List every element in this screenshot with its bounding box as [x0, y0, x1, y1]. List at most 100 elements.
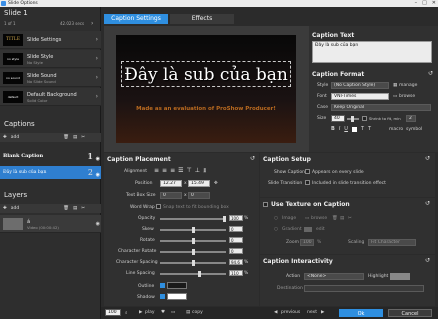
opacity-input[interactable]: 100	[229, 215, 243, 221]
show-caption-checkbox[interactable]	[305, 169, 310, 174]
image-radio-icon[interactable]: ○	[274, 216, 278, 221]
reset-icon[interactable]: ↺	[425, 257, 430, 264]
add-caption-button[interactable]: add	[11, 135, 19, 140]
texture-zoom-input[interactable]: 100	[300, 239, 314, 246]
reset-icon[interactable]: ↺	[425, 155, 430, 162]
eye-icon[interactable]: ◉	[96, 153, 100, 166]
reset-icon[interactable]: ↺	[425, 200, 430, 207]
next-icon[interactable]: ▶	[321, 310, 324, 315]
copy-icon[interactable]: ▤	[340, 216, 344, 221]
gradient-radio-icon[interactable]: ○	[274, 227, 278, 232]
add-layer-button[interactable]: add	[11, 206, 19, 211]
add-icon[interactable]: ✚	[3, 135, 7, 140]
layer-item[interactable]: á Video (00:00:42) ◉	[0, 215, 101, 233]
character-spacing-slider[interactable]	[160, 260, 226, 266]
maximize-button[interactable]: □	[422, 0, 427, 7]
slide-settings-item[interactable]: TITLE Slide Settings ›	[0, 31, 101, 49]
color-icon[interactable]	[351, 127, 357, 132]
tab-effects[interactable]: Effects	[170, 14, 234, 24]
shrink-min-input[interactable]: 2	[406, 115, 416, 122]
valign-top-icon[interactable]: ⊤	[186, 167, 191, 175]
tools-icon[interactable]: ✂	[81, 206, 85, 211]
trash-icon[interactable]: 🗑	[332, 216, 338, 221]
text-color-icon[interactable]: T	[361, 126, 364, 132]
manage-icon[interactable]: ▦	[393, 83, 397, 88]
italic-icon[interactable]: I	[339, 126, 340, 132]
default-background-item[interactable]: default Default Background Solid Color ›	[0, 88, 101, 106]
eye-icon[interactable]: ◉	[96, 221, 100, 227]
cancel-button[interactable]: Cancel	[388, 309, 432, 317]
shadow-checkbox[interactable]	[160, 294, 165, 299]
position-y-input[interactable]: 15.49	[188, 180, 210, 187]
bold-icon[interactable]: B	[331, 126, 335, 132]
size-input[interactable]: 40	[331, 115, 345, 122]
line-spacing-slider[interactable]	[160, 271, 226, 277]
skew-input[interactable]: 0	[229, 226, 243, 232]
caption-item[interactable]: Blank Caption 1 ◉	[0, 150, 101, 163]
shadow-color-swatch[interactable]	[167, 293, 187, 300]
close-button[interactable]: ✕	[432, 0, 436, 7]
character-rotate-slider[interactable]	[160, 249, 226, 255]
destination-input[interactable]	[304, 285, 424, 292]
copy-icon[interactable]: ▤	[186, 310, 190, 315]
scaling-select[interactable]: Fit Character	[368, 239, 416, 246]
character-rotate-input[interactable]: 0	[229, 248, 243, 254]
size-slider[interactable]	[347, 116, 359, 122]
slide-sound-item[interactable]: no sound Slide Sound No Slide Sound ›	[0, 69, 101, 87]
reset-icon[interactable]: ↺	[250, 155, 255, 162]
minimize-button[interactable]: –	[415, 0, 418, 7]
align-justify-icon[interactable]: ☰	[178, 167, 183, 175]
copy-button[interactable]: copy	[192, 310, 203, 315]
play-button[interactable]: play	[145, 310, 155, 315]
case-select[interactable]: Keep Original	[331, 104, 431, 111]
copy-icon[interactable]: ▤	[73, 206, 77, 211]
shrink-checkbox[interactable]	[362, 116, 367, 121]
opacity-slider[interactable]	[160, 216, 226, 222]
manage-button[interactable]: manage	[399, 83, 417, 88]
textbox-height-input[interactable]: 0	[188, 192, 210, 199]
textbox-width-input[interactable]: 0	[160, 192, 182, 199]
symbol-button[interactable]: symbol	[406, 127, 422, 132]
text-outline-icon[interactable]: T	[368, 126, 371, 132]
copy-icon[interactable]: ▤	[73, 135, 77, 140]
heart-icon[interactable]: ♥	[161, 310, 165, 315]
line-spacing-input[interactable]: 110	[229, 270, 243, 276]
rotate-slider[interactable]	[160, 238, 226, 244]
align-right-icon[interactable]: ≡	[170, 167, 175, 175]
previous-button[interactable]: previous	[281, 310, 300, 315]
add-icon[interactable]: ✚	[3, 206, 7, 211]
outline-color-swatch[interactable]	[167, 282, 187, 289]
reset-icon[interactable]: ↺	[428, 70, 433, 77]
next-button[interactable]: next	[307, 310, 317, 315]
align-center-icon[interactable]: ≡	[162, 167, 167, 175]
use-texture-checkbox[interactable]	[263, 202, 268, 207]
character-spacing-input[interactable]: 94.6	[229, 259, 243, 265]
trash-icon[interactable]: 🗑	[63, 135, 69, 140]
macro-button[interactable]: macro	[389, 127, 403, 132]
preview-stage[interactable]: Đây là sub của bạn Made as an evaluation…	[116, 35, 296, 143]
edit-button[interactable]: edit	[316, 227, 325, 232]
folder-icon[interactable]: ▭	[305, 216, 309, 221]
rotate-input[interactable]: 0	[229, 237, 243, 243]
browse-button[interactable]: browse	[399, 94, 415, 99]
slide-transition-checkbox[interactable]	[305, 180, 310, 185]
style-select[interactable]: (No Caption Style)	[331, 82, 389, 89]
move-icon[interactable]: ✥	[214, 181, 218, 186]
skew-slider[interactable]	[160, 227, 226, 233]
valign-bottom-icon[interactable]: ⫫	[203, 167, 206, 175]
eye-icon[interactable]: ◉	[96, 169, 100, 182]
trash-icon[interactable]: 🗑	[63, 206, 69, 211]
slide-style-item[interactable]: no style Slide Style No Style ›	[0, 50, 101, 68]
ok-button[interactable]: Ok	[339, 309, 383, 317]
fit-icon[interactable]: ▭	[171, 310, 175, 315]
word-wrap-checkbox[interactable]	[156, 204, 161, 209]
caption-text-input[interactable]: Đây là sub của bạn	[312, 41, 432, 63]
previous-icon[interactable]: ◀	[274, 310, 277, 315]
position-x-input[interactable]: 12.27	[160, 180, 182, 187]
valign-middle-icon[interactable]: ⊥	[195, 167, 200, 175]
search-icon[interactable]: ⌕	[125, 310, 128, 316]
play-icon[interactable]: ▶	[139, 310, 142, 315]
preview-zoom-input[interactable]: 100	[105, 309, 121, 316]
caption-item-selected[interactable]: Đây là sub của bạn 2 ◉	[0, 166, 101, 179]
underline-icon[interactable]: U	[344, 126, 348, 132]
